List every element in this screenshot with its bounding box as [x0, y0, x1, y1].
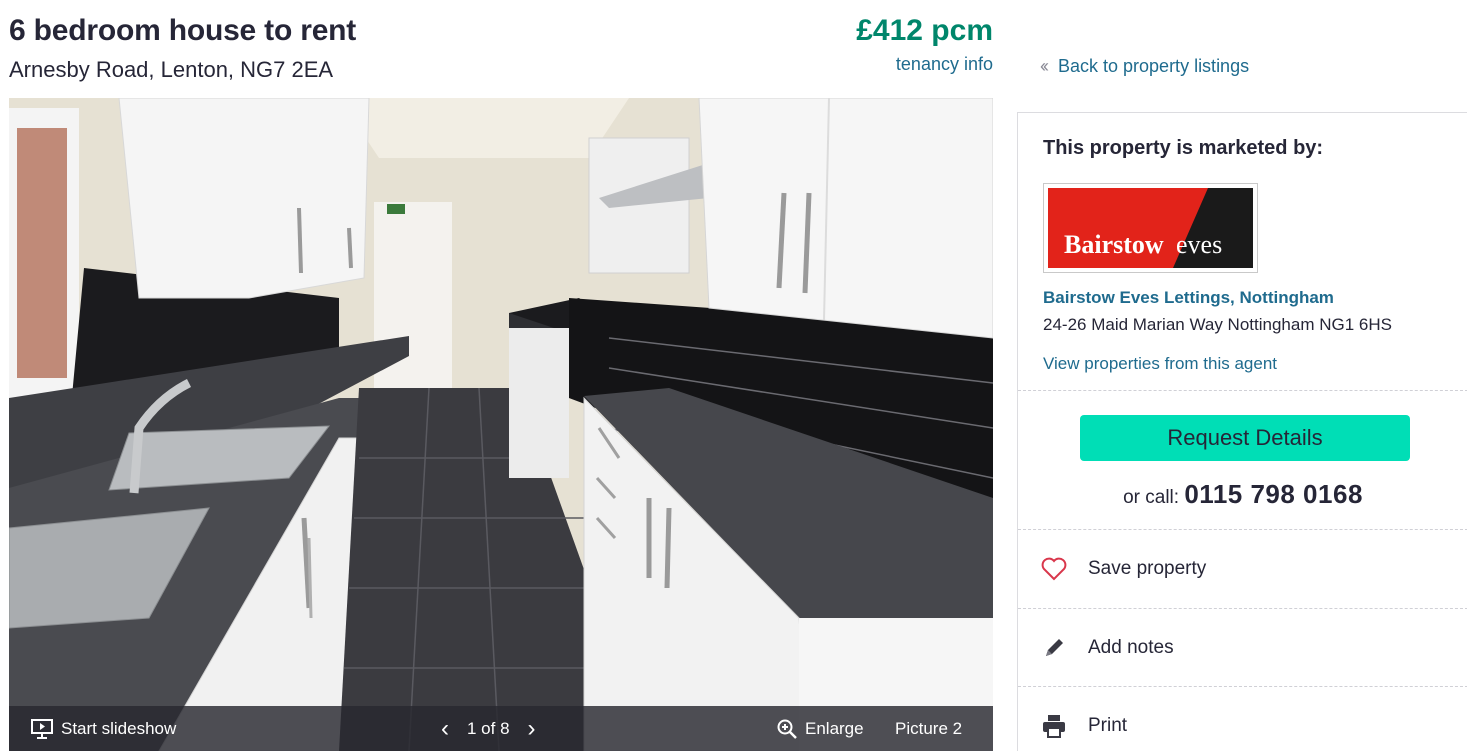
gallery-counter: 1 of 8	[467, 718, 510, 738]
listing-price: £412 pcm	[856, 14, 993, 47]
double-chevron-left-icon: ‹‹	[1040, 56, 1049, 76]
listing-address: Arnesby Road, Lenton, NG7 2EA	[9, 57, 334, 82]
request-details-button[interactable]: Request Details	[1080, 415, 1410, 461]
print-label: Print	[1088, 715, 1128, 736]
enlarge-button[interactable]: Enlarge	[777, 706, 864, 751]
agent-name-link[interactable]: Bairstow Eves Lettings, Nottingham	[1043, 288, 1334, 308]
svg-text:eves: eves	[1176, 230, 1222, 259]
divider	[1018, 608, 1467, 609]
enlarge-label: Enlarge	[805, 718, 864, 738]
property-photo[interactable]: Start slideshow ‹ 1 of 8 › Enlarge Pictu…	[9, 98, 993, 751]
chevron-left-icon[interactable]: ‹	[441, 716, 449, 741]
print-button[interactable]: Print	[1040, 706, 1127, 746]
gallery-toolbar: Start slideshow ‹ 1 of 8 › Enlarge Pictu…	[9, 706, 993, 751]
back-to-listings-label: Back to property listings	[1058, 56, 1250, 76]
listing-title: 6 bedroom house to rent	[9, 14, 357, 47]
divider	[1018, 529, 1467, 530]
divider	[1018, 686, 1467, 687]
agent-phone-number[interactable]: 0115 798 0168	[1184, 479, 1363, 509]
back-to-listings-link[interactable]: ‹‹ Back to property listings	[1040, 56, 1249, 77]
tenancy-info-link[interactable]: tenancy info	[896, 54, 993, 75]
svg-text:Bairstow: Bairstow	[1064, 230, 1164, 259]
agent-panel: This property is marketed by: Bairstow e…	[1017, 112, 1467, 751]
marketed-by-heading: This property is marketed by:	[1043, 137, 1324, 159]
agent-logo[interactable]: Bairstow eves	[1043, 183, 1258, 273]
slideshow-icon	[31, 718, 53, 739]
call-line: or call: 0115 798 0168	[1018, 479, 1467, 510]
agent-address: 24-26 Maid Marian Way Nottingham NG1 6HS	[1043, 315, 1392, 334]
add-notes-label: Add notes	[1088, 637, 1174, 658]
add-notes-button[interactable]: Add notes	[1040, 628, 1174, 668]
save-property-button[interactable]: Save property	[1040, 549, 1206, 589]
start-slideshow-label: Start slideshow	[61, 718, 177, 738]
picture-caption: Picture 2	[895, 718, 963, 738]
pencil-icon	[1040, 634, 1068, 662]
divider	[1018, 390, 1467, 391]
heart-icon	[1040, 555, 1068, 583]
zoom-in-icon	[777, 719, 797, 739]
save-property-label: Save property	[1088, 558, 1207, 579]
printer-icon	[1040, 712, 1068, 740]
gallery-pagination: ‹ 1 of 8 ›	[441, 706, 536, 751]
chevron-right-icon[interactable]: ›	[528, 716, 536, 741]
view-agent-properties-link[interactable]: View properties from this agent	[1043, 354, 1277, 374]
kitchen-photo-illustration	[9, 98, 993, 751]
call-prefix: or call:	[1123, 487, 1180, 508]
start-slideshow-button[interactable]: Start slideshow	[31, 706, 176, 751]
bairstow-eves-logo: Bairstow eves	[1048, 188, 1253, 268]
